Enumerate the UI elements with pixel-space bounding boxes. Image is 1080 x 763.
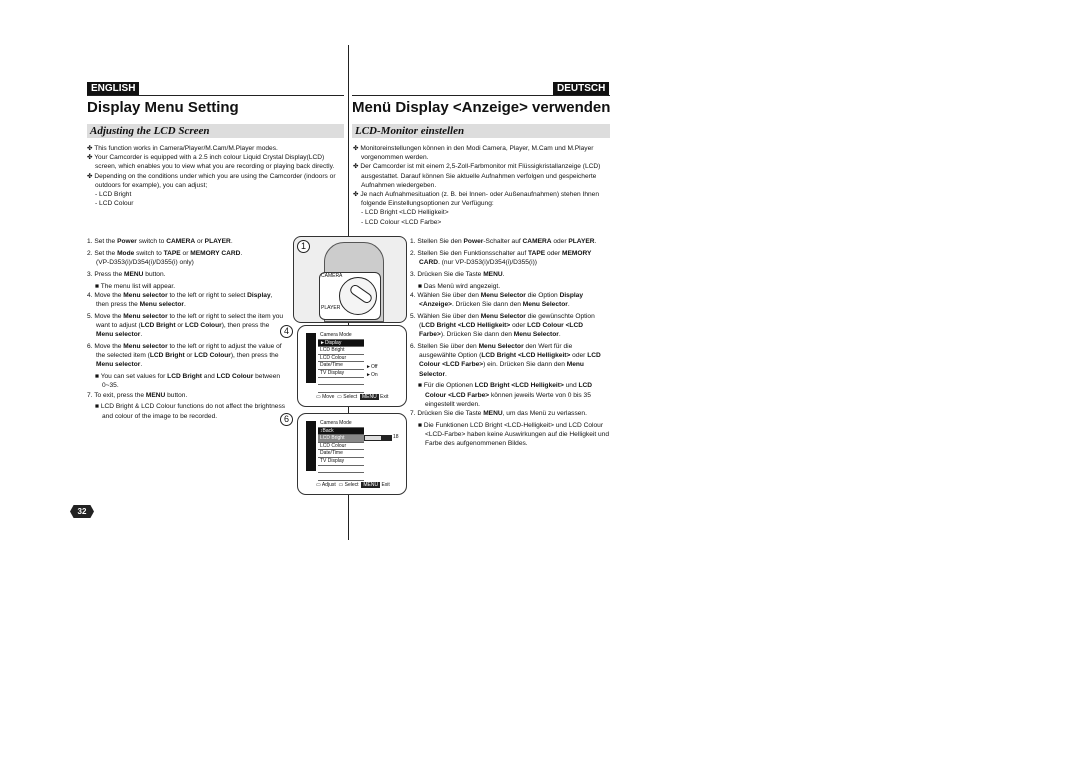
section-title-de: LCD-Monitor einstellen bbox=[352, 124, 610, 138]
figure-number: 4 bbox=[280, 325, 293, 338]
page-number: 32 bbox=[70, 505, 94, 518]
rule bbox=[87, 95, 344, 96]
menu-item[interactable]: Date/Time bbox=[318, 450, 364, 458]
menu-item[interactable]: Date/Time bbox=[318, 362, 364, 370]
bullet: ✤ Monitoreinstellungen können in den Mod… bbox=[353, 145, 594, 162]
values: ►Off ►On bbox=[366, 364, 378, 379]
page-title-en: Display Menu Setting bbox=[87, 99, 239, 116]
option: - LCD Bright <LCD Helligkeit> bbox=[361, 209, 449, 217]
bullet: ✤ Depending on the conditions under whic… bbox=[87, 172, 336, 189]
intro-en: ✤ This function works in Camera/Player/M… bbox=[87, 144, 347, 208]
tv-display-value: ►On bbox=[366, 371, 378, 378]
menu-screen-lcd-bright: Camera Mode ↕Back LCD Bright LCD Colour Date… bbox=[297, 413, 407, 495]
step: 6. Move the Menu selector to the left or… bbox=[87, 343, 282, 369]
player-label: PLAYER bbox=[321, 305, 341, 311]
bullet: ✤ Der Camcorder ist mit einem 2,5-Zoll-F… bbox=[353, 163, 601, 189]
menu-item[interactable]: TV Display bbox=[318, 458, 364, 466]
menu-footer: ▭ Adjust ▭ Select MENU Exit bbox=[316, 482, 390, 488]
step: 7. To exit, press the MENU button. bbox=[87, 391, 188, 399]
menu-screen-display: Camera Mode ►Display LCD Bright LCD Colour D… bbox=[297, 325, 407, 407]
figure-camera-switch: CAMERA PLAYER bbox=[293, 236, 407, 323]
bullet: ✤ This function works in Camera/Player/M… bbox=[87, 145, 278, 152]
bullet: ✤ Your Camcorder is equipped with a 2.5 … bbox=[87, 154, 335, 171]
step: 5. Wählen Sie über den Menu Selector die… bbox=[410, 312, 595, 339]
section-title-en: Adjusting the LCD Screen bbox=[87, 124, 344, 138]
page-title-de: Menü Display <Anzeige> verwenden bbox=[352, 99, 611, 116]
step: 7. Drücken Sie die Taste MENU, um das Me… bbox=[410, 410, 587, 418]
menu-mode: Camera Mode bbox=[318, 332, 364, 340]
menu-item[interactable]: TV Display bbox=[318, 370, 364, 378]
english-badge: ENGLISH bbox=[87, 82, 140, 95]
menu-mode: Camera Mode bbox=[318, 420, 364, 428]
menu-icon-column bbox=[306, 421, 316, 471]
step: 2. Stellen Sie den Funktionsschalter auf… bbox=[410, 249, 592, 266]
step: 4. Wählen Sie über den Menu Selector die… bbox=[410, 291, 584, 308]
menu-icon-column bbox=[306, 333, 316, 383]
camera-label: CAMERA bbox=[321, 273, 343, 279]
menu-item[interactable]: ↕Back bbox=[318, 427, 364, 436]
deutsch-badge: DEUTSCH bbox=[553, 82, 610, 95]
menu-item[interactable]: ►Display bbox=[318, 339, 364, 348]
date-time-value: ►Off bbox=[366, 364, 378, 370]
step: 3. Drücken Sie die Taste MENU. bbox=[410, 270, 505, 278]
step: 4. Move the Menu selector to the left or… bbox=[87, 291, 273, 308]
slider-value: 18 bbox=[392, 434, 400, 442]
intro-de: ✤ Monitoreinstellungen können in den Mod… bbox=[353, 144, 611, 227]
menu-item[interactable]: LCD Bright bbox=[318, 435, 364, 443]
rule bbox=[352, 95, 610, 96]
option: - LCD Colour <LCD Farbe> bbox=[361, 218, 442, 226]
menu-item[interactable]: LCD Colour bbox=[318, 443, 364, 451]
step: 3. Press the MENU button. bbox=[87, 270, 166, 278]
figure-number: 1 bbox=[297, 240, 310, 253]
step: 2. Set the Mode switch to TAPE or MEMORY… bbox=[87, 249, 243, 266]
figure-number: 6 bbox=[280, 413, 293, 426]
bullet: ✤ Je nach Aufnahmesituation (z. B. bei I… bbox=[353, 191, 599, 208]
step: 1. Stellen Sie den Power-Schalter auf CA… bbox=[410, 238, 597, 245]
steps-en: 1. Set the Power switch to CAMERA or PLA… bbox=[87, 238, 286, 420]
option: - LCD Colour bbox=[95, 200, 134, 208]
option: - LCD Bright bbox=[95, 191, 132, 199]
menu-footer: ▭ Move ▭ Select MENU Exit bbox=[316, 394, 389, 400]
step: 6. Stellen Sie über den Menu Selector de… bbox=[410, 343, 601, 378]
menu-item[interactable]: LCD Bright bbox=[318, 347, 364, 355]
step: 5. Move the Menu selector to the left or… bbox=[87, 312, 284, 339]
menu-item[interactable]: LCD Colour bbox=[318, 355, 364, 363]
steps-de: 1. Stellen Sie den Power-Schalter auf CA… bbox=[410, 238, 610, 448]
step: 1. Set the Power switch to CAMERA or PLA… bbox=[87, 238, 233, 245]
